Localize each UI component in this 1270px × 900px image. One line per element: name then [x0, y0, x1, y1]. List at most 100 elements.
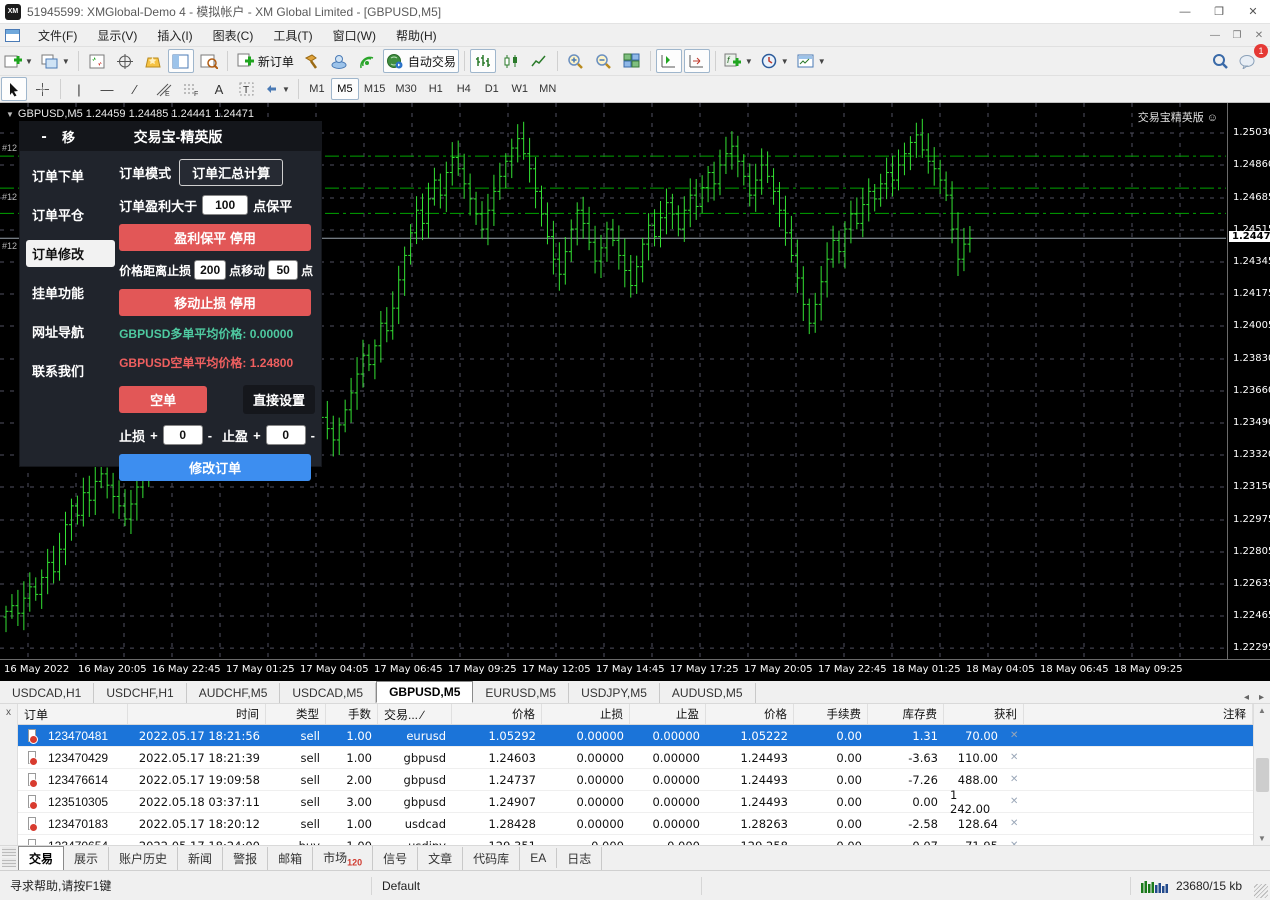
notifications-icon[interactable]: 1: [1235, 49, 1261, 73]
close-button[interactable]: ✕: [1236, 1, 1270, 23]
chart-minimize-icon[interactable]: —: [1204, 30, 1226, 41]
sl-input[interactable]: [163, 425, 203, 445]
modify-order-button[interactable]: 修改订单: [119, 454, 311, 481]
minimize-button[interactable]: —: [1168, 1, 1202, 23]
auto-trading-button[interactable]: 自动交易: [383, 49, 459, 73]
terminal-tab-新闻[interactable]: 新闻: [178, 847, 223, 870]
tp-input[interactable]: [266, 425, 306, 445]
chart-tab-usdjpy-m5[interactable]: USDJPY,M5: [569, 683, 660, 703]
menu-item[interactable]: 窗口(W): [323, 24, 386, 47]
sell-orders-button[interactable]: 空单: [119, 386, 207, 413]
chart-restore-icon[interactable]: ❐: [1226, 30, 1248, 41]
trail-step-input[interactable]: [268, 260, 298, 280]
chart-close-icon[interactable]: ✕: [1248, 30, 1270, 41]
profit-threshold-input[interactable]: [202, 195, 248, 215]
maximize-button[interactable]: ❐: [1202, 1, 1236, 23]
sl-minus[interactable]: -: [208, 428, 212, 443]
order-row-123476614[interactable]: 1234766142022.05.17 19:09:58sell2.00gbpu…: [18, 769, 1253, 791]
menu-item[interactable]: 显示(V): [87, 24, 147, 47]
market-watch-button[interactable]: [168, 49, 194, 73]
chart-area[interactable]: ▼GBPUSD,M5 1.24459 1.24485 1.24441 1.244…: [0, 103, 1270, 681]
terminal-tab-账户历史[interactable]: 账户历史: [109, 847, 178, 870]
terminal-tab-代码库[interactable]: 代码库: [463, 847, 520, 870]
direct-set-button[interactable]: 直接设置: [243, 385, 315, 414]
equidistant-channel-tool[interactable]: E: [150, 77, 176, 101]
timeframe-button-m5[interactable]: M5: [331, 78, 359, 100]
panel-menu-item[interactable]: 订单修改: [26, 240, 115, 267]
tabs-scroll-left-icon[interactable]: ◂: [1244, 692, 1249, 703]
order-row-123470481[interactable]: 1234704812022.05.17 18:21:56sell1.00euru…: [18, 725, 1253, 747]
zoom-out-button[interactable]: [591, 49, 617, 73]
terminal-tab-展示[interactable]: 展示: [64, 847, 109, 870]
trendline-tool[interactable]: ∕: [122, 77, 148, 101]
sl-plus[interactable]: +: [150, 428, 158, 443]
terminal-tab-交易[interactable]: 交易: [18, 846, 64, 871]
price-scale[interactable]: 1.250301.248601.246851.245151.243451.241…: [1227, 103, 1270, 659]
menu-item[interactable]: 插入(I): [147, 24, 202, 47]
terminal-close-button[interactable]: x: [0, 704, 18, 845]
new-chart-button[interactable]: ▼: [1, 49, 36, 73]
panel-menu-item[interactable]: 挂单功能: [26, 279, 115, 306]
close-order-icon[interactable]: ✕: [1004, 791, 1024, 812]
timeframe-button-mn[interactable]: MN: [534, 78, 562, 100]
crosshair-tool-button[interactable]: [29, 77, 55, 101]
arrows-tool[interactable]: ▼: [262, 77, 293, 101]
breakeven-toggle-button[interactable]: 盈利保平 停用: [119, 224, 311, 251]
chart-tab-audusd-m5[interactable]: AUDUSD,M5: [660, 683, 756, 703]
terminal-tab-ea[interactable]: EA: [520, 848, 557, 868]
menu-item[interactable]: 图表(C): [203, 24, 264, 47]
scrollbar-thumb[interactable]: [1256, 758, 1269, 792]
tp-minus[interactable]: -: [311, 428, 315, 443]
close-order-icon[interactable]: ✕: [1004, 835, 1024, 845]
terminal-tab-邮箱[interactable]: 邮箱: [268, 847, 313, 870]
docked-panel-icons[interactable]: [2, 847, 16, 869]
terminal-tab-日志[interactable]: 日志: [557, 847, 602, 870]
chart-window-icon[interactable]: [5, 29, 20, 42]
close-order-icon[interactable]: ✕: [1004, 725, 1024, 746]
terminal-tab-文章[interactable]: 文章: [418, 847, 463, 870]
panel-move-button[interactable]: 移: [62, 127, 75, 146]
timeframe-button-m15[interactable]: M15: [359, 78, 390, 100]
panel-menu-item[interactable]: 联系我们: [26, 357, 115, 384]
data-window-button[interactable]: [196, 49, 222, 73]
resize-grip[interactable]: [1254, 884, 1268, 898]
order-row-123510305[interactable]: 1235103052022.05.18 03:37:11sell3.00gbpu…: [18, 791, 1253, 813]
time-axis[interactable]: 16 May 202216 May 20:0516 May 22:4517 Ma…: [0, 659, 1270, 681]
fibonacci-tool[interactable]: F: [178, 77, 204, 101]
timeframe-button-h4[interactable]: H4: [450, 78, 478, 100]
menu-item[interactable]: 文件(F): [28, 24, 87, 47]
timeframe-button-h1[interactable]: H1: [422, 78, 450, 100]
timeframe-button-w1[interactable]: W1: [506, 78, 534, 100]
auto-scroll-button[interactable]: [684, 49, 710, 73]
close-order-icon[interactable]: ✕: [1004, 769, 1024, 790]
scroll-down-icon[interactable]: ▼: [1258, 834, 1266, 843]
favorites-button[interactable]: [140, 49, 166, 73]
timeframe-button-m30[interactable]: M30: [390, 78, 421, 100]
chart-tab-eurusd-m5[interactable]: EURUSD,M5: [473, 683, 569, 703]
close-order-icon[interactable]: ✕: [1004, 747, 1024, 768]
vertical-line-tool[interactable]: |: [66, 77, 92, 101]
profiles-button[interactable]: ▼: [38, 49, 73, 73]
order-row-123470654[interactable]: 1234706542022.05.17 18:24:00buy1.00usdjp…: [18, 835, 1253, 845]
tp-plus[interactable]: +: [253, 428, 261, 443]
text-tool[interactable]: A: [206, 77, 232, 101]
crosshair-target-icon[interactable]: [112, 49, 138, 73]
trading-panel-header[interactable]: - 移 交易宝-精英版: [20, 122, 321, 151]
bar-chart-type-button[interactable]: [470, 49, 496, 73]
label-tool[interactable]: T: [234, 77, 260, 101]
chart-tab-usdchf-h1[interactable]: USDCHF,H1: [94, 683, 186, 703]
order-row-123470183[interactable]: 1234701832022.05.17 18:20:12sell1.00usdc…: [18, 813, 1253, 835]
menu-item[interactable]: 工具(T): [263, 24, 322, 47]
status-profile[interactable]: Default: [372, 877, 702, 895]
terminal-scrollbar[interactable]: ▲ ▼: [1253, 704, 1270, 845]
chevron-down-icon[interactable]: ▼: [6, 110, 14, 119]
cursor-tool-button[interactable]: [1, 77, 27, 101]
terminal-tab-信号[interactable]: 信号: [373, 847, 418, 870]
menu-item[interactable]: 帮助(H): [386, 24, 447, 47]
signals-icon[interactable]: [355, 49, 381, 73]
line-chart-type-button[interactable]: [526, 49, 552, 73]
horizontal-line-tool[interactable]: —: [94, 77, 120, 101]
periods-button[interactable]: ▼: [758, 49, 792, 73]
strategy-tester-icon[interactable]: [327, 49, 353, 73]
panel-menu-item[interactable]: 订单下单: [26, 162, 115, 189]
